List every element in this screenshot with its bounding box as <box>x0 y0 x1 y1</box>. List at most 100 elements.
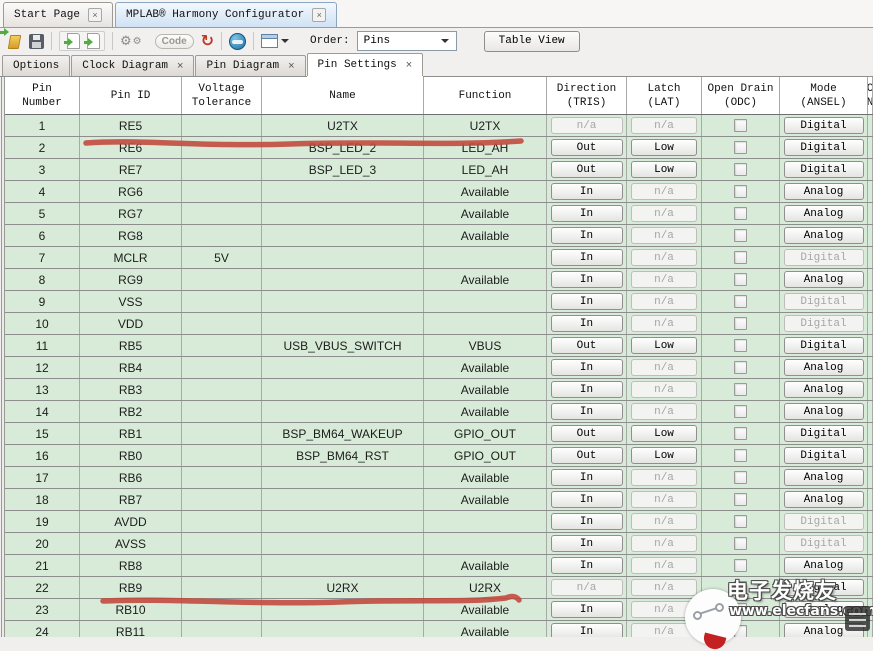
view-tab[interactable]: Clock Diagram × <box>71 55 194 76</box>
pin-name-cell[interactable] <box>262 291 424 312</box>
import-config-icon[interactable] <box>64 33 80 49</box>
latch-button[interactable]: Low <box>631 447 697 464</box>
open-drain-checkbox[interactable] <box>734 163 747 176</box>
direction-button[interactable]: In <box>551 227 623 244</box>
latch-button[interactable]: n/a <box>631 403 697 420</box>
pin-name-cell[interactable] <box>262 533 424 554</box>
pin-name-cell[interactable]: U2RX <box>262 577 424 598</box>
latch-button[interactable]: n/a <box>631 205 697 222</box>
view-tab[interactable]: Options <box>2 55 70 76</box>
mode-button[interactable]: Digital <box>784 293 864 310</box>
pin-name-cell[interactable] <box>262 379 424 400</box>
editor-tab[interactable]: Start Page × <box>3 2 113 27</box>
pin-name-cell[interactable] <box>262 599 424 620</box>
mode-button[interactable]: Analog <box>784 227 864 244</box>
latch-button[interactable]: Low <box>631 139 697 156</box>
open-drain-checkbox[interactable] <box>734 339 747 352</box>
direction-button[interactable]: n/a <box>551 579 623 596</box>
generate-code-icon[interactable]: ⚙ ⚙ Code <box>120 34 194 49</box>
view-tab[interactable]: Pin Diagram × <box>195 55 305 76</box>
direction-button[interactable]: In <box>551 623 623 637</box>
direction-button[interactable]: n/a <box>551 117 623 134</box>
pin-name-cell[interactable] <box>262 467 424 488</box>
direction-button[interactable]: In <box>551 513 623 530</box>
latch-button[interactable]: n/a <box>631 579 697 596</box>
close-icon[interactable]: × <box>288 60 294 72</box>
direction-button[interactable]: Out <box>551 447 623 464</box>
direction-button[interactable]: In <box>551 293 623 310</box>
open-drain-checkbox[interactable] <box>734 559 747 572</box>
open-drain-checkbox[interactable] <box>734 449 747 462</box>
mode-button[interactable]: Analog <box>784 381 864 398</box>
open-drain-checkbox[interactable] <box>734 273 747 286</box>
mode-button[interactable]: Digital <box>784 579 864 596</box>
pin-name-cell[interactable] <box>262 555 424 576</box>
latch-button[interactable]: Low <box>631 337 697 354</box>
open-drain-checkbox[interactable] <box>734 361 747 374</box>
latch-button[interactable]: n/a <box>631 227 697 244</box>
open-drain-checkbox[interactable] <box>734 383 747 396</box>
mode-button[interactable]: Digital <box>784 139 864 156</box>
pin-name-cell[interactable] <box>262 401 424 422</box>
pin-name-cell[interactable]: BSP_BM64_WAKEUP <box>262 423 424 444</box>
open-drain-checkbox[interactable] <box>734 119 747 132</box>
direction-button[interactable]: Out <box>551 425 623 442</box>
direction-button[interactable]: Out <box>551 161 623 178</box>
export-config-icon[interactable] <box>84 33 100 49</box>
direction-button[interactable]: Out <box>551 139 623 156</box>
editor-tab[interactable]: MPLAB® Harmony Configurator × <box>115 2 337 27</box>
latch-button[interactable]: n/a <box>631 183 697 200</box>
close-icon[interactable]: × <box>177 60 183 72</box>
open-drain-checkbox[interactable] <box>734 537 747 550</box>
pin-name-cell[interactable]: BSP_BM64_RST <box>262 445 424 466</box>
pin-name-cell[interactable] <box>262 203 424 224</box>
view-tab[interactable]: Pin Settings × <box>307 53 424 76</box>
mode-button[interactable]: Digital <box>784 513 864 530</box>
mode-button[interactable]: Analog <box>784 271 864 288</box>
direction-button[interactable]: In <box>551 249 623 266</box>
table-view-button[interactable]: Table View <box>484 31 580 52</box>
latch-button[interactable]: n/a <box>631 271 697 288</box>
mode-button[interactable]: Analog <box>784 403 864 420</box>
direction-button[interactable]: In <box>551 359 623 376</box>
pin-name-cell[interactable]: USB_VBUS_SWITCH <box>262 335 424 356</box>
latch-button[interactable]: n/a <box>631 249 697 266</box>
pin-name-cell[interactable] <box>262 225 424 246</box>
latch-button[interactable]: n/a <box>631 469 697 486</box>
mode-button[interactable]: Analog <box>784 491 864 508</box>
mode-button[interactable]: Analog <box>784 469 864 486</box>
open-drain-checkbox[interactable] <box>734 317 747 330</box>
mode-button[interactable]: Digital <box>784 315 864 332</box>
order-select[interactable]: Pins <box>357 31 457 51</box>
latch-button[interactable]: n/a <box>631 513 697 530</box>
open-drain-checkbox[interactable] <box>734 141 747 154</box>
direction-button[interactable]: In <box>551 491 623 508</box>
open-drain-checkbox[interactable] <box>734 295 747 308</box>
pin-name-cell[interactable]: U2TX <box>262 115 424 136</box>
mode-button[interactable]: Analog <box>784 623 864 637</box>
direction-button[interactable]: In <box>551 381 623 398</box>
pin-name-cell[interactable] <box>262 621 424 637</box>
close-icon[interactable]: × <box>88 8 102 22</box>
latch-button[interactable]: n/a <box>631 359 697 376</box>
mode-button[interactable]: Digital <box>784 337 864 354</box>
open-drain-checkbox[interactable] <box>734 185 747 198</box>
open-drain-checkbox[interactable] <box>734 427 747 440</box>
open-drain-checkbox[interactable] <box>734 207 747 220</box>
pin-name-cell[interactable]: BSP_LED_2 <box>262 137 424 158</box>
pin-name-cell[interactable] <box>262 489 424 510</box>
pin-name-cell[interactable] <box>262 511 424 532</box>
latch-button[interactable]: Low <box>631 425 697 442</box>
pin-name-cell[interactable]: BSP_LED_3 <box>262 159 424 180</box>
open-drain-checkbox[interactable] <box>734 493 747 506</box>
mode-button[interactable]: Digital <box>784 425 864 442</box>
close-icon[interactable]: × <box>312 8 326 22</box>
mode-button[interactable]: Digital <box>784 249 864 266</box>
open-drain-checkbox[interactable] <box>734 515 747 528</box>
open-drain-checkbox[interactable] <box>734 251 747 264</box>
direction-button[interactable]: In <box>551 469 623 486</box>
mode-button[interactable]: Analog <box>784 601 864 618</box>
direction-button[interactable]: Out <box>551 337 623 354</box>
latch-button[interactable]: n/a <box>631 293 697 310</box>
latch-button[interactable]: n/a <box>631 117 697 134</box>
